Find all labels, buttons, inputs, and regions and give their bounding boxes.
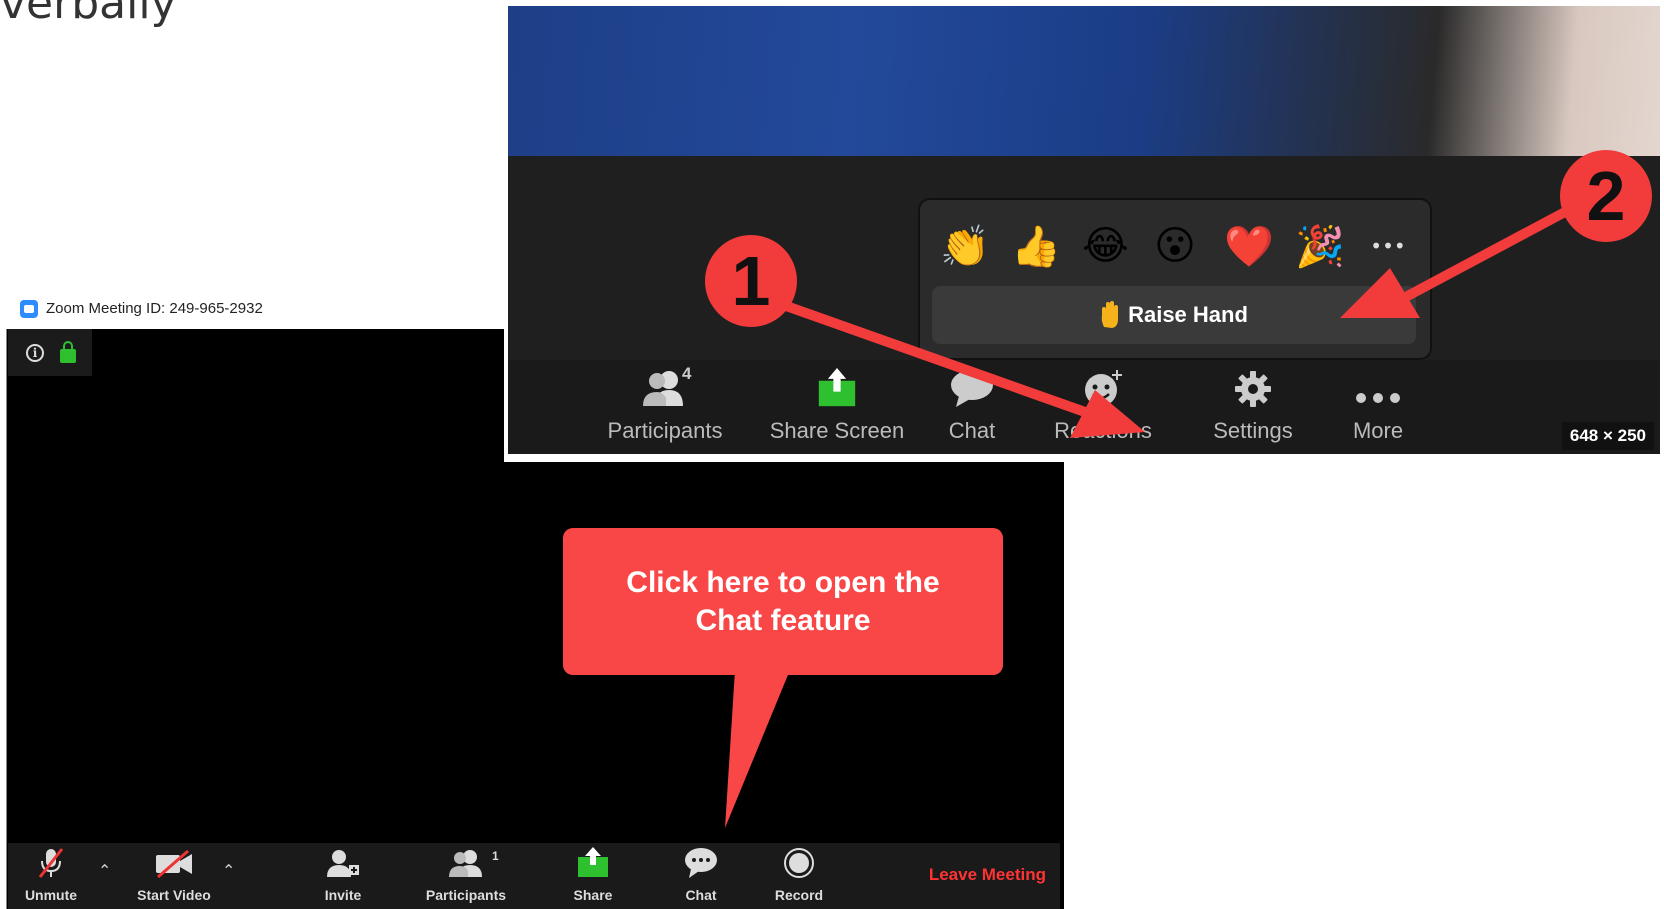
arrow-two-shaft: [1397, 207, 1568, 305]
arrow-one-shaft: [773, 297, 1087, 417]
marker-two: 2: [1560, 150, 1652, 242]
annotation-arrows: [773, 207, 1568, 438]
marker-one: 1: [705, 235, 797, 327]
